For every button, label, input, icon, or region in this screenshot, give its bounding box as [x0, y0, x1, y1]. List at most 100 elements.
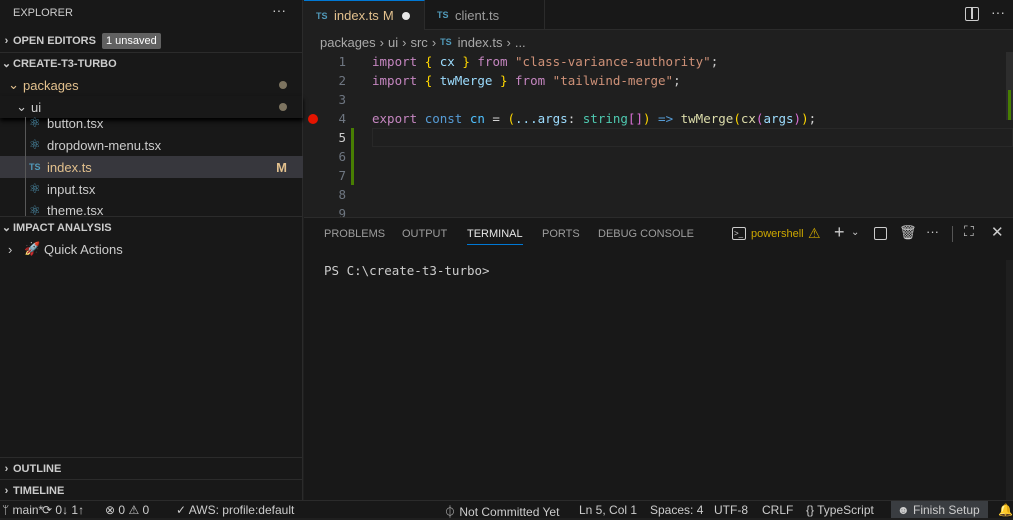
outline-section[interactable]: › OUTLINE: [0, 457, 303, 479]
rocket-icon: 🚀: [24, 241, 41, 256]
editor-tabs: TS index.ts M TS client.ts ···: [304, 0, 1013, 30]
tab-ports[interactable]: PORTS: [542, 228, 580, 240]
code-token: ): [801, 111, 809, 126]
more-actions-icon[interactable]: ···: [991, 4, 1005, 20]
code-token: (: [507, 111, 516, 126]
error-count: 0: [118, 503, 126, 517]
tab-label: client.ts: [455, 7, 500, 23]
file-label: dropdown-menu.tsx: [47, 137, 162, 153]
tab-terminal[interactable]: TERMINAL: [467, 228, 523, 245]
encoding[interactable]: UTF-8: [714, 503, 748, 517]
code-token: args: [763, 111, 794, 126]
language-item[interactable]: {} TypeScript: [806, 503, 874, 517]
chevron-right-icon: ›: [4, 484, 9, 497]
sync-label: 0↓ 1↑: [55, 503, 85, 517]
indentation[interactable]: Spaces: 4: [650, 503, 703, 517]
code-token: ): [642, 111, 659, 126]
sync-item[interactable]: ⟳ 0↓ 1↑: [42, 503, 84, 517]
more-actions-icon[interactable]: ···: [926, 224, 939, 239]
check-icon: ✓: [176, 503, 187, 517]
problems-item[interactable]: ⊗ 0 ⚠ 0: [105, 503, 149, 517]
breadcrumb-item[interactable]: index.ts: [458, 35, 503, 50]
terminal-scrollbar[interactable]: [1006, 260, 1013, 500]
breadcrumb-item[interactable]: ui: [388, 35, 398, 50]
warning-count: 0: [142, 503, 150, 517]
breadcrumb-item[interactable]: ...: [515, 35, 526, 50]
split-editor-icon[interactable]: [965, 7, 979, 21]
code-token: ...args: [515, 111, 568, 126]
maximize-icon[interactable]: ⛶: [964, 223, 974, 240]
unsaved-dot-icon[interactable]: [401, 11, 410, 20]
tree-file-dropdown-menu[interactable]: ⚛ dropdown-menu.tsx: [0, 134, 303, 156]
cursor-position[interactable]: Ln 5, Col 1: [579, 503, 637, 517]
react-icon: ⚛: [29, 137, 41, 152]
code-token: (: [733, 111, 741, 126]
chevron-down-icon: ⌄: [8, 77, 19, 92]
tab-index-ts[interactable]: TS index.ts M: [304, 0, 425, 30]
typescript-icon: TS: [440, 37, 452, 47]
code-token: =: [492, 111, 508, 126]
code-token: ;: [808, 111, 817, 126]
bottom-panel: PROBLEMS OUTPUT TERMINAL PORTS DEBUG CON…: [304, 217, 1013, 500]
tab-debug-console[interactable]: DEBUG CONSOLE: [598, 228, 694, 240]
tab-problems[interactable]: PROBLEMS: [324, 228, 385, 240]
line-number: 3: [338, 92, 346, 107]
breadcrumb: packages › ui › src › TS index.ts › ...: [320, 33, 526, 51]
explorer-sidebar: EXPLORER ··· › OPEN EDITORS 1 unsaved ⌄ CRE…: [0, 0, 303, 500]
more-actions-icon[interactable]: ···: [272, 2, 286, 18]
line-number: 6: [338, 149, 346, 164]
finish-setup-button[interactable]: ☻ Finish Setup: [891, 501, 988, 518]
trash-icon[interactable]: 🗑: [899, 224, 917, 241]
chevron-down-icon: ⌄: [1, 222, 12, 234]
code-token: ;: [710, 54, 719, 69]
quick-actions-item[interactable]: › 🚀 Quick Actions: [0, 238, 303, 260]
code-token: cx: [439, 54, 463, 69]
react-icon: ⚛: [29, 181, 41, 196]
timeline-section[interactable]: › TIMELINE: [0, 479, 303, 501]
scrollbar[interactable]: [1006, 52, 1013, 120]
finish-label: Finish Setup: [912, 503, 980, 517]
chevron-down-icon: ⌄: [1, 58, 12, 70]
status-bar: ᛘ main* ⟳ 0↓ 1↑ ⊗ 0 ⚠ 0 ✓ AWS: profile:d…: [0, 500, 1013, 520]
tab-label: index.ts: [334, 8, 379, 23]
modified-dot: [279, 81, 287, 89]
terminal-prompt[interactable]: PS C:\create-t3-turbo>: [324, 263, 490, 278]
modified-dot: [279, 103, 287, 111]
tree-file-button[interactable]: ⚛ button.tsx: [0, 113, 303, 133]
code-token: }: [499, 73, 516, 88]
tree-file-theme[interactable]: ⚛ theme.tsx: [0, 200, 303, 216]
new-terminal-icon[interactable]: +: [834, 222, 845, 243]
tree-folder-packages[interactable]: ⌄ packages: [0, 74, 303, 96]
code-token: ): [793, 111, 802, 126]
impact-analysis-section[interactable]: ⌄ IMPACT ANALYSIS: [0, 216, 303, 238]
breadcrumb-item[interactable]: packages: [320, 35, 376, 50]
open-editors-section[interactable]: › OPEN EDITORS 1 unsaved: [0, 30, 303, 52]
aws-item[interactable]: ✓ AWS: profile:default: [176, 503, 294, 517]
breadcrumb-item[interactable]: src: [410, 35, 427, 50]
chevron-down-icon[interactable]: ⌄: [851, 227, 859, 238]
notifications-icon[interactable]: 🔔: [998, 503, 1013, 517]
commit-item[interactable]: ⏀ Not Committed Yet: [444, 503, 559, 520]
tab-client-ts[interactable]: TS client.ts: [425, 0, 545, 30]
line-ending[interactable]: CRLF: [762, 503, 793, 517]
chevron-right-icon: ›: [506, 34, 511, 50]
code-line: export const cn = (...args: string[]) =>…: [372, 109, 816, 128]
code-line: import { cx } from "class-variance-autho…: [372, 52, 718, 71]
code-token: export: [372, 111, 425, 126]
file-label: theme.tsx: [47, 203, 104, 216]
shell-label[interactable]: powershell: [751, 228, 804, 240]
code-token: =>: [658, 111, 681, 126]
project-section[interactable]: ⌄ CREATE-T3-TURBO: [0, 52, 303, 74]
split-terminal-icon[interactable]: [874, 227, 887, 240]
breakpoint-icon[interactable]: [308, 114, 318, 124]
file-label: index.ts: [47, 159, 92, 175]
code-token: from: [477, 54, 516, 69]
close-icon[interactable]: ✕: [991, 223, 1004, 241]
code-token: "class-variance-authority": [515, 54, 711, 69]
tree-file-index[interactable]: TS index.ts M: [0, 156, 303, 178]
branch-item[interactable]: ᛘ main*: [2, 503, 43, 517]
tree-file-input[interactable]: ⚛ input.tsx: [0, 178, 303, 200]
braces-icon: {}: [806, 503, 815, 517]
section-label: IMPACT ANALYSIS: [13, 221, 112, 234]
tab-output[interactable]: OUTPUT: [402, 228, 447, 240]
